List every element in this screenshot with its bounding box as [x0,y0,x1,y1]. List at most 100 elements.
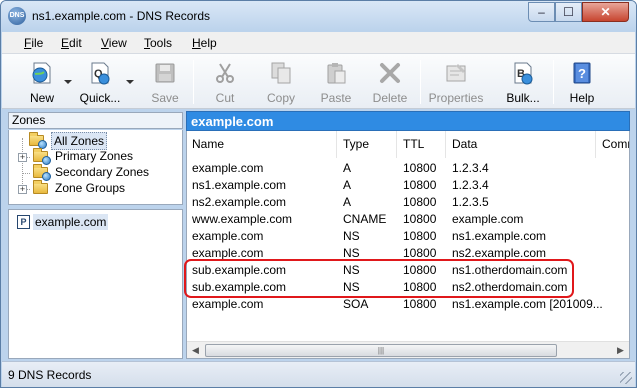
menu-view-accel: V [101,36,109,50]
scroll-left-icon[interactable]: ◀ [187,344,204,357]
status-bar: 9 DNS Records [2,361,635,387]
delete-button[interactable]: Delete [368,58,412,106]
folder-icon [33,180,48,194]
table-row[interactable]: example.com NS 10800 ns2.example.com [187,245,629,262]
maximize-button[interactable]: ☐ [555,2,582,22]
menu-bar: File Edit View Tools Help [2,32,635,54]
record-type: A [343,178,352,192]
menu-tools-label: ools [150,36,173,50]
quick-label: Quick... [79,91,121,105]
minimize-button[interactable]: – [528,2,555,22]
table-row[interactable]: example.com A 10800 1.2.3.4 [187,160,629,177]
bulk-button[interactable]: B Bulk... [501,58,545,106]
record-type: SOA [343,297,369,311]
column-header-type[interactable]: Type [338,131,397,158]
help-button[interactable]: ? Help [562,58,602,106]
expand-icon[interactable]: + [18,153,27,162]
tree-item-label: Zone Groups [55,181,126,195]
record-ttl: 10800 [403,161,437,175]
record-ttl: 10800 [403,195,437,209]
tree-connector [22,173,30,174]
menu-help-accel: H [192,36,201,50]
toolbar-separator [553,60,554,104]
menu-help[interactable]: Help [192,36,217,50]
record-type: A [343,195,352,209]
record-data: 1.2.3.4 [452,178,489,192]
menu-edit-accel: E [61,36,70,50]
table-row[interactable]: sub.example.com NS 10800 ns1.otherdomain… [187,262,629,279]
copy-icon [271,62,291,84]
record-data: example.com [452,212,524,226]
menu-file[interactable]: File [24,36,43,50]
record-ttl: 10800 [403,229,437,243]
properties-button[interactable]: Properties [426,58,486,106]
new-button[interactable]: New [22,58,62,106]
delete-label: Delete [372,91,408,105]
globe-icon [42,156,51,165]
globe-icon [42,172,51,181]
primary-zone-icon: P [17,215,30,229]
column-header-name[interactable]: Name [187,131,337,158]
app-window: DNS ns1.example.com - DNS Records – ☐ ✕ … [0,0,637,388]
new-record-icon [32,62,51,84]
record-data: ns2.example.com [452,246,547,260]
zone-list-item-label: example.com [33,214,109,230]
quick-dropdown-arrow-icon[interactable] [126,80,134,84]
table-row[interactable]: example.com NS 10800 ns1.example.com [187,228,629,245]
record-data: ns1.example.com [452,229,547,243]
cut-label: Cut [215,91,235,105]
record-type: A [343,161,352,175]
menu-file-label: ile [31,36,44,50]
horizontal-scrollbar[interactable]: ◀ ||| ▶ [187,341,629,358]
save-disk-icon [155,63,175,83]
record-type: NS [343,246,360,260]
menu-help-label: elp [200,36,217,50]
properties-label: Properties [428,91,484,105]
scroll-right-icon[interactable]: ▶ [612,344,629,357]
resize-grip-icon[interactable] [620,372,632,384]
expand-icon[interactable]: + [18,185,27,194]
record-name: www.example.com [192,212,293,226]
record-name: sub.example.com [192,263,287,277]
column-header-data[interactable]: Data [447,131,596,158]
quick-button[interactable]: Q Quick... [75,58,125,106]
record-ttl: 10800 [403,297,437,311]
record-type: CNAME [343,212,387,226]
menu-tools[interactable]: Tools [144,36,172,50]
record-name: example.com [192,297,264,311]
column-header-ttl[interactable]: TTL [398,131,446,158]
copy-label: Copy [266,91,295,105]
help-label: Help [569,91,595,105]
column-header-comment[interactable]: Comm [597,131,629,158]
record-name: example.com [192,229,264,243]
table-row[interactable]: ns1.example.com A 10800 1.2.3.4 [187,177,629,194]
paste-button[interactable]: Paste [314,58,358,106]
record-data: 1.2.3.4 [452,161,489,175]
scrollbar-thumb[interactable]: ||| [205,344,557,357]
save-button[interactable]: Save [145,58,185,106]
copy-button[interactable]: Copy [259,58,303,106]
bulk-label: Bulk... [506,91,540,105]
table-row[interactable]: www.example.com CNAME 10800 example.com [187,211,629,228]
help-book-icon: ? [573,62,591,84]
menu-view-label: iew [108,36,127,50]
scissors-icon [216,63,234,83]
record-name: sub.example.com [192,280,287,294]
menu-edit[interactable]: Edit [61,36,82,50]
new-label: New [29,91,54,105]
cut-button[interactable]: Cut [205,58,245,106]
zones-tree: All Zones + Primary Zones Secondary Zone… [8,130,183,205]
delete-x-icon [380,63,400,83]
title-bar[interactable]: DNS ns1.example.com - DNS Records – ☐ ✕ [1,1,636,31]
new-dropdown-arrow-icon[interactable] [64,80,72,84]
table-row[interactable]: example.com SOA 10800 ns1.example.com [2… [187,296,629,313]
close-button[interactable]: ✕ [582,2,629,22]
window-title: ns1.example.com - DNS Records [32,9,211,23]
record-data: ns1.otherdomain.com [452,263,568,277]
tree-item-label: Primary Zones [55,149,134,163]
toolbar-separator [420,60,421,104]
table-row[interactable]: ns2.example.com A 10800 1.2.3.5 [187,194,629,211]
table-row[interactable]: sub.example.com NS 10800 ns2.otherdomain… [187,279,629,296]
properties-icon [446,64,466,82]
menu-view[interactable]: View [101,36,127,50]
